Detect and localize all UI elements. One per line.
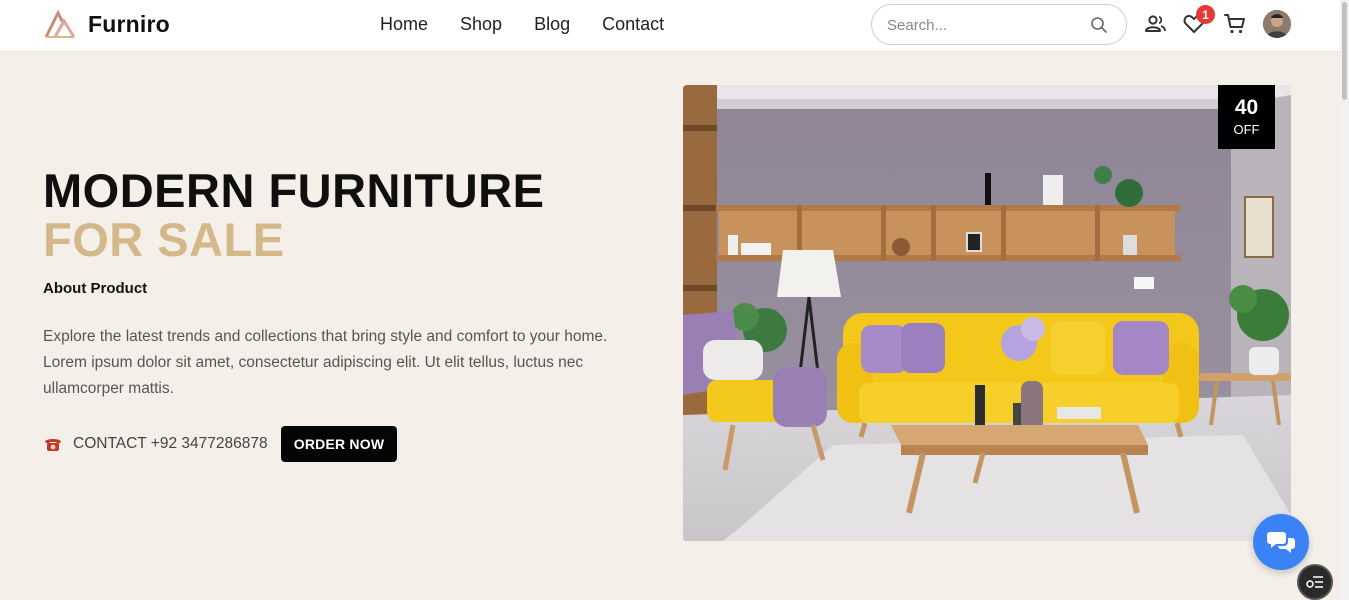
hero-description: Explore the latest trends and collection… bbox=[43, 328, 608, 397]
search-input[interactable] bbox=[887, 14, 1077, 36]
site-header: Furniro Home Shop Blog Contact 1 bbox=[0, 0, 1340, 52]
nav-shop[interactable]: Shop bbox=[460, 14, 502, 35]
main-nav: Home Shop Blog Contact bbox=[380, 14, 664, 35]
discount-label: OFF bbox=[1233, 122, 1260, 137]
menu-icon bbox=[1306, 576, 1323, 588]
about-product-label: About Product bbox=[43, 280, 148, 297]
avatar[interactable] bbox=[1263, 10, 1291, 38]
menu-button[interactable] bbox=[1297, 564, 1333, 600]
contact-text: CONTACT +92 3477286878 bbox=[73, 435, 268, 452]
search-box bbox=[871, 4, 1127, 45]
nav-blog[interactable]: Blog bbox=[534, 14, 570, 35]
hero-title-line1: MODERN FURNITURE bbox=[43, 164, 545, 217]
hero-image bbox=[683, 85, 1291, 541]
hero-title-line2: FOR SALE bbox=[43, 213, 285, 266]
page-scrollbar[interactable] bbox=[1340, 0, 1349, 600]
wishlist-badge: 1 bbox=[1196, 5, 1215, 24]
living-room-illustration bbox=[683, 85, 1291, 541]
cart-icon[interactable] bbox=[1223, 12, 1247, 36]
discount-tag: 40 OFF bbox=[1218, 85, 1275, 149]
hero-title: MODERN FURNITURE FOR SALE bbox=[43, 166, 544, 264]
order-now-button[interactable]: ORDER NOW bbox=[281, 426, 397, 462]
chat-icon bbox=[1267, 532, 1295, 553]
phone-icon bbox=[45, 439, 61, 451]
search-icon[interactable] bbox=[1090, 16, 1108, 34]
contact-info[interactable]: CONTACT +92 3477286878 bbox=[43, 434, 268, 454]
brand-name: Furniro bbox=[88, 10, 170, 37]
user-icon[interactable] bbox=[1143, 12, 1167, 36]
logo-icon bbox=[44, 9, 76, 38]
logo[interactable]: Furniro bbox=[44, 9, 170, 39]
chat-button[interactable] bbox=[1253, 514, 1309, 570]
nav-home[interactable]: Home bbox=[380, 14, 428, 35]
scrollbar-thumb[interactable] bbox=[1342, 2, 1347, 100]
discount-value: 40 bbox=[1234, 96, 1259, 119]
nav-contact[interactable]: Contact bbox=[602, 14, 664, 35]
